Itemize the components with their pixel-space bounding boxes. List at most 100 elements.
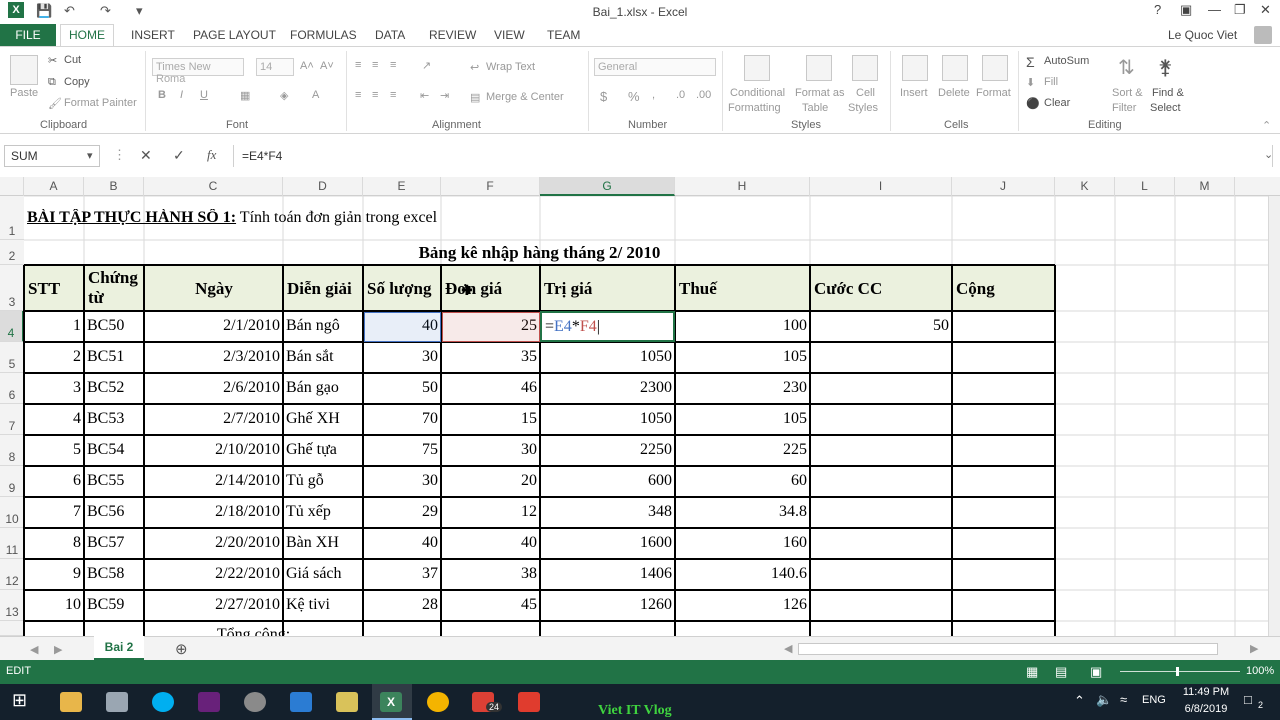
cell-cuoc-cc[interactable]: 50 [810, 317, 952, 337]
tab-view[interactable]: VIEW [494, 28, 525, 42]
page-layout-view-icon[interactable]: ▤ [1055, 664, 1067, 680]
cell-cong[interactable] [952, 503, 1055, 523]
cell-dien-giai[interactable]: Bán sắt [283, 348, 363, 368]
cell-don-gia[interactable]: 12 [441, 503, 540, 523]
cell-so-luong[interactable]: 70 [363, 410, 441, 430]
header-dien-giai[interactable]: Diễn giải [285, 279, 362, 299]
app-icon-4[interactable] [336, 692, 358, 712]
format-cells-icon[interactable] [982, 55, 1008, 81]
cell-stt[interactable]: 4 [24, 410, 84, 430]
underline-icon[interactable]: U [200, 89, 208, 101]
cell-ngay[interactable]: 2/27/2010 [144, 596, 283, 616]
cell-so-luong[interactable]: 30 [363, 348, 441, 368]
cell-cuoc-cc[interactable] [810, 379, 952, 399]
cell-don-gia[interactable]: 20 [441, 472, 540, 492]
format-cells-button[interactable]: Format [976, 87, 1011, 99]
cell-ngay[interactable]: 2/3/2010 [144, 348, 283, 368]
cell-tri-gia[interactable]: 1600 [540, 534, 675, 554]
cell-ngay[interactable]: 2/6/2010 [144, 379, 283, 399]
column-header-m[interactable]: M [1175, 177, 1235, 196]
cell-tri-gia[interactable]: 600 [540, 472, 675, 492]
select-all-corner[interactable] [0, 177, 24, 196]
file-explorer-icon[interactable] [60, 692, 82, 712]
header-cuoc-cc[interactable]: Cước CC [812, 279, 951, 299]
cell-thue[interactable]: 34.8 [675, 503, 810, 523]
cell-chung-tu[interactable]: BC58 [84, 565, 144, 585]
cell-stt[interactable]: 2 [24, 348, 84, 368]
app-icon-3[interactable] [290, 692, 312, 712]
increase-decimal-icon[interactable]: .0 [676, 89, 685, 101]
align-right-icon[interactable]: ≡ [390, 89, 396, 101]
action-center-icon[interactable]: □ [1244, 692, 1252, 707]
comma-style-icon[interactable]: , [652, 89, 655, 101]
skype-icon[interactable] [152, 692, 174, 712]
cell-chung-tu[interactable]: BC59 [84, 596, 144, 616]
scroll-right-icon[interactable]: ▶ [1250, 642, 1258, 655]
minimize-icon[interactable]: — [1208, 2, 1221, 17]
chevron-down-icon[interactable]: ▾ [87, 149, 93, 162]
font-color-icon[interactable]: A [312, 89, 319, 101]
clock-date[interactable]: 6/8/2019 [1176, 703, 1236, 715]
user-name[interactable]: Le Quoc Viet [1168, 28, 1237, 42]
cell-dien-giai[interactable]: Ghế tựa [283, 441, 363, 461]
cell-cong[interactable] [952, 348, 1055, 368]
next-sheet-icon[interactable]: ▶ [54, 643, 62, 656]
grow-font-icon[interactable]: A˄ [300, 60, 314, 72]
wrap-text-button[interactable]: Wrap Text [486, 61, 535, 73]
delete-cells-icon[interactable] [942, 55, 968, 81]
cell-cuoc-cc[interactable] [810, 596, 952, 616]
ribbon-display-icon[interactable]: ▣ [1180, 2, 1192, 18]
tab-insert[interactable]: INSERT [131, 28, 175, 42]
cell-so-luong[interactable]: 29 [363, 503, 441, 523]
cell-dien-giai[interactable]: Tủ gỗ [283, 472, 363, 492]
cell-cuoc-cc[interactable] [810, 565, 952, 585]
cell-thue[interactable]: 160 [675, 534, 810, 554]
cell-stt[interactable]: 3 [24, 379, 84, 399]
cell-stt[interactable]: 8 [24, 534, 84, 554]
cell-cuoc-cc[interactable] [810, 503, 952, 523]
zoom-slider[interactable] [1120, 671, 1240, 672]
cell-so-luong[interactable]: 37 [363, 565, 441, 585]
format-as-table-icon[interactable] [806, 55, 832, 81]
cell-ngay[interactable]: 2/22/2010 [144, 565, 283, 585]
shrink-font-icon[interactable]: A˅ [320, 60, 334, 72]
cell-chung-tu[interactable]: BC50 [84, 317, 144, 337]
cell-cuoc-cc[interactable] [810, 410, 952, 430]
cell-so-luong[interactable]: 50 [363, 379, 441, 399]
cell-cong[interactable] [952, 317, 1055, 337]
visual-studio-icon[interactable] [198, 692, 220, 712]
column-header-g[interactable]: G [540, 177, 675, 196]
cell-stt[interactable]: 7 [24, 503, 84, 523]
cell-dien-giai[interactable]: Bàn XH [283, 534, 363, 554]
fill-button[interactable]: Fill [1044, 76, 1058, 88]
borders-icon[interactable]: ▦ [240, 89, 250, 102]
cell-so-luong[interactable]: 30 [363, 472, 441, 492]
decrease-decimal-icon[interactable]: .00 [696, 89, 711, 101]
tab-file[interactable]: FILE [0, 24, 56, 46]
cell-tri-gia[interactable]: 348 [540, 503, 675, 523]
delete-cells-button[interactable]: Delete [938, 87, 970, 99]
cell-don-gia[interactable]: 46 [441, 379, 540, 399]
expand-formula-icon[interactable]: ⌄ [1264, 148, 1273, 161]
cell-dien-giai[interactable]: Bán gạo [283, 379, 363, 399]
format-as-table-button[interactable]: Format as [795, 87, 845, 99]
cut-button[interactable]: Cut [64, 54, 81, 66]
sort-filter-icon[interactable]: ⇅ [1118, 55, 1135, 80]
zoom-level[interactable]: 100% [1246, 665, 1274, 677]
app-icon-2[interactable] [244, 692, 266, 712]
cell-tri-gia[interactable]: 2300 [540, 379, 675, 399]
column-header-i[interactable]: I [810, 177, 952, 196]
cell-chung-tu[interactable]: BC55 [84, 472, 144, 492]
language-indicator[interactable]: ENG [1142, 694, 1166, 706]
column-header-a[interactable]: A [24, 177, 84, 196]
app-icon[interactable] [106, 692, 128, 712]
cell-stt[interactable]: 10 [24, 596, 84, 616]
cell-thue[interactable]: 140.6 [675, 565, 810, 585]
enter-icon[interactable]: ✓ [173, 147, 185, 164]
cell-chung-tu[interactable]: BC52 [84, 379, 144, 399]
cell-tri-gia[interactable]: 1260 [540, 596, 675, 616]
header-don-gia[interactable]: Đơn giá [443, 279, 539, 299]
name-box[interactable]: SUM [4, 145, 100, 167]
header-stt[interactable]: STT [26, 279, 83, 299]
cell-thue[interactable]: 126 [675, 596, 810, 616]
